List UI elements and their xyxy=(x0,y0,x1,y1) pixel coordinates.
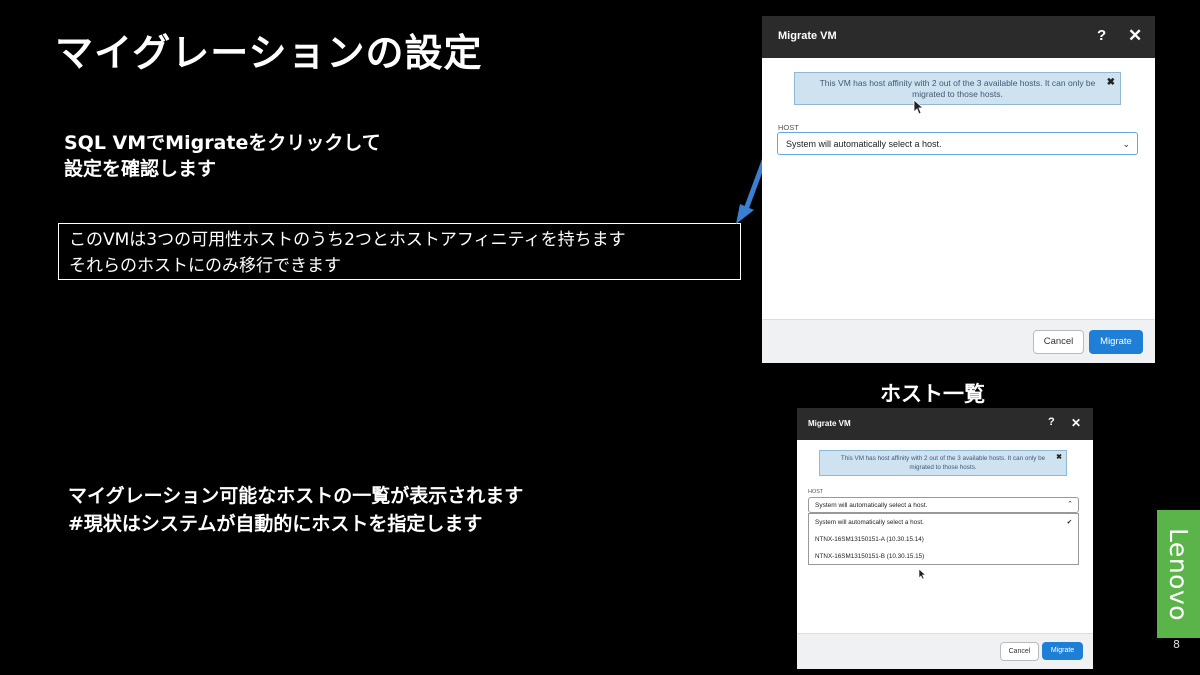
callout-box: このVMは3つの可用性ホストのうち2つとホストアフィニティを持ちます それらのホ… xyxy=(58,223,741,280)
close-icon[interactable]: ✕ xyxy=(1071,416,1081,430)
check-icon: ✔ xyxy=(1066,519,1072,526)
slide-title: マイグレーションの設定 xyxy=(55,31,483,75)
step1-line2: 設定を確認します xyxy=(64,158,217,180)
dialog-title: Migrate VM xyxy=(778,30,837,42)
host-select[interactable]: System will automatically select a host.… xyxy=(808,497,1079,513)
dialog-footer: Cancel Migrate xyxy=(797,633,1093,669)
migrate-vm-dialog-host-list: Migrate VM ? ✕ This VM has host affinity… xyxy=(797,408,1093,669)
lenovo-logo: Lenovo xyxy=(1157,510,1200,638)
alert-close-icon[interactable]: ✖ xyxy=(1056,454,1062,463)
dialog-title: Migrate VM xyxy=(808,419,851,428)
step2-text: マイグレーション可能なホストの一覧が表示されます #現状はシステムが自動的にホス… xyxy=(68,482,523,538)
host-label: HOST xyxy=(778,123,799,132)
step1-line1: SQL VMでMigrateをクリックして xyxy=(64,132,381,154)
alert-line1: This VM has host affinity with 2 out of … xyxy=(840,455,1046,462)
host-option[interactable]: NTNX-16SM13150151-A (10.30.15.14) xyxy=(815,536,1072,543)
dialog-body: This VM has host affinity with 2 out of … xyxy=(762,58,1155,320)
dialog-header: Migrate VM ? ✕ xyxy=(797,408,1093,440)
step2-line1: マイグレーション可能なホストの一覧が表示されます xyxy=(68,485,524,507)
cancel-button[interactable]: Cancel xyxy=(1033,330,1084,354)
chevron-up-icon: ⌃ xyxy=(1067,501,1073,508)
dialog-footer: Cancel Migrate xyxy=(762,319,1155,363)
host-option[interactable]: System will automatically select a host.… xyxy=(815,519,1072,526)
host-option[interactable]: NTNX-16SM13150151-B (10.30.15.15) xyxy=(815,553,1072,560)
dialog-body: This VM has host affinity with 2 out of … xyxy=(797,440,1093,634)
step1-text: SQL VMでMigrateをクリックして 設定を確認します xyxy=(64,130,381,182)
affinity-alert: This VM has host affinity with 2 out of … xyxy=(794,72,1121,105)
host-option-label: System will automatically select a host. xyxy=(815,519,924,526)
host-select[interactable]: System will automatically select a host.… xyxy=(777,132,1138,155)
cancel-button[interactable]: Cancel xyxy=(1000,642,1039,661)
host-select-value: System will automatically select a host. xyxy=(815,502,928,509)
alert-line2: migrated to those hosts. xyxy=(912,89,1003,99)
alert-line1: This VM has host affinity with 2 out of … xyxy=(819,78,1096,88)
migrate-button[interactable]: Migrate xyxy=(1089,330,1143,354)
step2-line2: #現状はシステムが自動的にホストを指定します xyxy=(68,513,483,535)
mouse-cursor-icon xyxy=(918,568,926,580)
migrate-button[interactable]: Migrate xyxy=(1042,642,1083,660)
dialog-header: Migrate VM ? ✕ xyxy=(762,16,1155,58)
host-dropdown-list: System will automatically select a host.… xyxy=(808,513,1079,565)
host-list-label: ホスト一覧 xyxy=(880,382,985,406)
migrate-vm-dialog: Migrate VM ? ✕ This VM has host affinity… xyxy=(762,16,1155,363)
alert-line2: migrated to those hosts. xyxy=(909,463,977,471)
affinity-alert: This VM has host affinity with 2 out of … xyxy=(819,450,1067,476)
page-number: 8 xyxy=(1173,638,1180,651)
close-icon[interactable]: ✕ xyxy=(1128,26,1142,46)
host-label: HOST xyxy=(808,489,824,495)
alert-close-icon[interactable]: ✖ xyxy=(1107,77,1115,88)
chevron-down-icon: ⌄ xyxy=(1122,139,1130,149)
callout-line2: それらのホストにのみ移行できます xyxy=(69,256,341,276)
host-select-value: System will automatically select a host. xyxy=(786,139,942,149)
question-icon[interactable]: ? xyxy=(1097,27,1106,44)
callout-line1: このVMは3つの可用性ホストのうち2つとホストアフィニティを持ちます xyxy=(69,230,626,250)
brand-text: Lenovo xyxy=(1164,527,1194,621)
question-icon[interactable]: ? xyxy=(1048,416,1055,428)
mouse-cursor-icon xyxy=(913,99,923,115)
